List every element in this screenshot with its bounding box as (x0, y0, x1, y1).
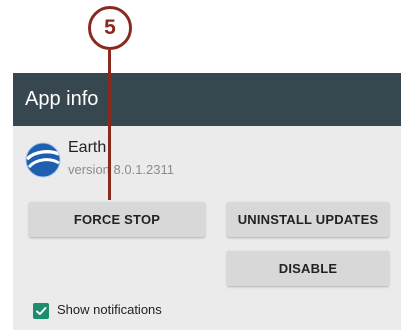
callout-pointer-line (108, 50, 111, 200)
app-info-screen: App info Earth version 8.0.1.2311 FORCE … (13, 73, 401, 330)
app-bar: App info (13, 73, 401, 126)
app-version: version 8.0.1.2311 (68, 162, 174, 177)
app-bar-title: App info (25, 88, 99, 110)
callout-step-number: 5 (88, 6, 132, 50)
app-name: Earth (68, 139, 107, 156)
show-notifications-checkbox[interactable] (33, 303, 49, 319)
disable-button[interactable]: DISABLE (227, 251, 389, 286)
earth-app-icon (25, 142, 61, 178)
show-notifications-label: Show notifications (57, 302, 162, 317)
force-stop-button[interactable]: FORCE STOP (29, 202, 205, 237)
checkmark-icon (36, 307, 47, 315)
uninstall-updates-button[interactable]: UNINSTALL UPDATES (227, 202, 389, 237)
